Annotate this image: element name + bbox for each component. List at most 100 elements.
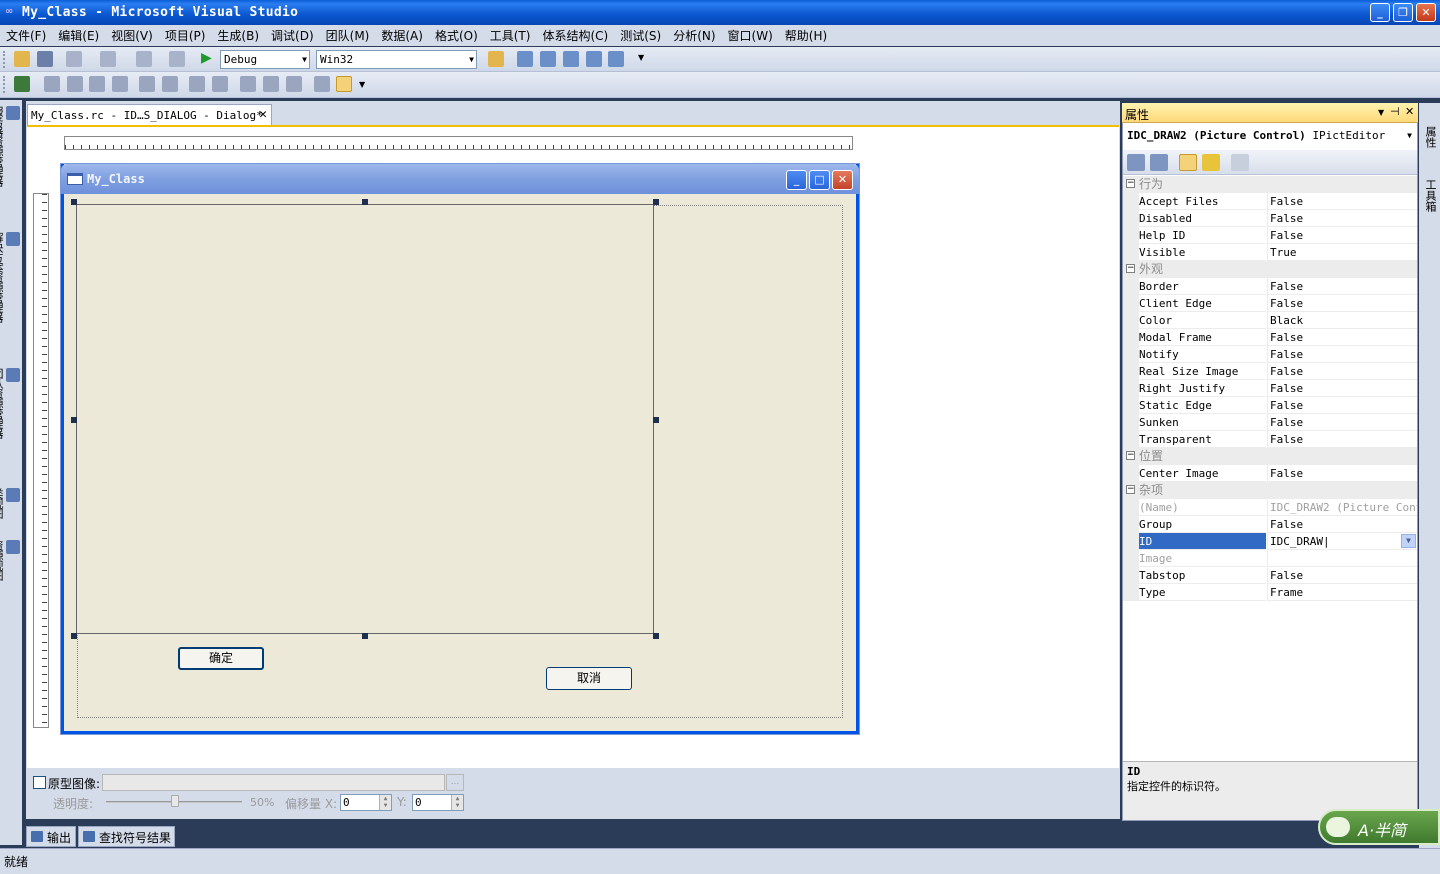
property-category[interactable]: − 位置 [1123,448,1417,465]
undo-icon[interactable] [66,51,82,67]
property-row[interactable]: Tabstop False [1123,567,1417,584]
property-row[interactable]: Visible True [1123,244,1417,261]
collapse-icon[interactable]: − [1126,485,1135,494]
left-tool-tab[interactable]: 服务器资源管理器 [0,106,20,186]
resize-handle[interactable] [653,633,659,639]
navigate-back-icon[interactable] [136,51,152,67]
property-pages-icon[interactable] [1231,154,1249,171]
left-tool-tab[interactable]: 类视图 [0,488,20,518]
property-category[interactable]: − 杂项 [1123,482,1417,499]
property-row[interactable]: Client Edge False [1123,295,1417,312]
minimize-button[interactable]: _ [1370,3,1390,22]
output-tab[interactable]: 输出 [26,826,76,847]
pin-icon[interactable]: ⊣ [1390,105,1400,118]
property-row[interactable]: Image [1123,550,1417,567]
toolbox-side-tab[interactable]: 工具箱 [1422,179,1438,212]
redo-icon[interactable] [100,51,116,67]
property-row[interactable]: Group False [1123,516,1417,533]
window-position-icon[interactable]: ▼ [1378,108,1384,117]
menu-item[interactable]: 项目(P) [165,27,206,44]
property-row[interactable]: Color Black [1123,312,1417,329]
resize-handle[interactable] [362,199,368,205]
property-row[interactable]: Modal Frame False [1123,329,1417,346]
menu-item[interactable]: 调试(D) [271,27,314,44]
save-all-icon[interactable] [37,51,53,67]
menu-item[interactable]: 视图(V) [111,27,153,44]
close-tab-icon[interactable]: ✕ [259,107,267,122]
picture-control-idc-draw2[interactable] [76,204,654,634]
control-events-icon[interactable] [1202,154,1220,171]
test-dialog-icon[interactable] [14,76,30,92]
resize-handle[interactable] [653,199,659,205]
property-row[interactable]: Disabled False [1123,210,1417,227]
horizontal-ruler[interactable] [64,136,853,150]
property-row[interactable]: Static Edge False [1123,397,1417,414]
property-row[interactable]: (Name) IDC_DRAW2 (Picture Control) [1123,499,1417,516]
resize-handle[interactable] [71,417,77,423]
property-row[interactable]: Accept Files False [1123,193,1417,210]
cancel-button[interactable]: 取消 [546,667,632,690]
menu-item[interactable]: 测试(S) [620,27,661,44]
collapse-icon[interactable]: − [1126,179,1135,188]
ok-button[interactable]: 确定 [178,647,264,670]
navigate-forward-icon[interactable] [169,51,185,67]
object-browser-icon[interactable] [563,51,579,67]
close-panel-icon[interactable]: ✕ [1405,105,1414,118]
toolbar-grip[interactable] [3,51,6,68]
property-row[interactable]: Right Justify False [1123,380,1417,397]
solution-explorer-icon[interactable] [517,51,533,67]
menu-item[interactable]: 工具(T) [490,27,531,44]
align-left-icon[interactable] [44,76,60,92]
align-top-icon[interactable] [89,76,105,92]
menu-item[interactable]: 编辑(E) [58,27,99,44]
start-page-icon[interactable] [608,51,624,67]
property-row[interactable]: Real Size Image False [1123,363,1417,380]
dropdown-arrow-icon[interactable]: ▼ [1401,534,1416,548]
alphabetical-icon[interactable] [1150,154,1168,171]
properties-window-icon[interactable] [540,51,556,67]
toggle-grid-icon[interactable] [314,76,330,92]
property-row[interactable]: Help ID False [1123,227,1417,244]
property-value-input[interactable]: IDC_DRAW| ▼ [1267,533,1417,550]
toolbar-options-icon[interactable]: ▼ [359,80,365,89]
center-vertical-icon[interactable] [139,76,155,92]
menu-item[interactable]: 体系结构(C) [542,27,608,44]
resize-handle[interactable] [71,633,77,639]
object-selector[interactable]: IDC_DRAW2 (Picture Control) IPictEditor … [1124,127,1416,147]
menu-item[interactable]: 格式(O) [435,27,478,44]
menu-item[interactable]: 团队(M) [326,27,370,44]
properties-side-tab[interactable]: 属性 [1422,126,1438,148]
property-row[interactable]: ID IDC_DRAW| ▼ [1123,533,1417,550]
property-row[interactable]: Type Frame [1123,584,1417,601]
prototype-image-checkbox[interactable] [33,776,46,789]
property-category[interactable]: − 行为 [1123,176,1417,193]
center-horizontal-icon[interactable] [162,76,178,92]
menu-item[interactable]: 生成(B) [217,27,259,44]
toolbar-options-icon[interactable]: ▼ [638,53,644,62]
find-symbol-results-tab[interactable]: 查找符号结果 [78,826,175,847]
left-tool-tab[interactable]: 解决方案资源管理器 [0,232,20,322]
ime-indicator[interactable]: A·半简 [1318,809,1440,845]
categorized-icon[interactable] [1127,154,1145,171]
property-row[interactable]: Notify False [1123,346,1417,363]
left-tool-tab[interactable]: 团队资源管理器 [0,368,20,438]
maximize-button[interactable]: ❐ [1393,3,1413,22]
menu-item[interactable]: 帮助(H) [785,27,827,44]
open-icon[interactable] [14,51,30,67]
resize-handle[interactable] [71,199,77,205]
close-button[interactable]: ✕ [1416,3,1436,22]
make-same-size-icon[interactable] [286,76,302,92]
make-same-width-icon[interactable] [240,76,256,92]
property-row[interactable]: Transparent False [1123,431,1417,448]
start-debug-icon[interactable]: ▶ [201,50,212,66]
find-in-files-icon[interactable] [488,51,504,67]
menu-item[interactable]: 数据(A) [381,27,423,44]
property-category[interactable]: − 外观 [1123,261,1417,278]
collapse-icon[interactable]: − [1126,264,1135,273]
toolbox-icon[interactable] [586,51,602,67]
left-tool-tab[interactable]: 资源视图 [0,540,20,580]
property-row[interactable]: Center Image False [1123,465,1417,482]
document-tab[interactable]: My_Class.rc - ID…S_DIALOG - Dialog* ✕ [27,104,272,125]
solution-platform-select[interactable]: Win32 ▼ [316,50,477,69]
properties-view-icon[interactable] [1179,154,1197,171]
